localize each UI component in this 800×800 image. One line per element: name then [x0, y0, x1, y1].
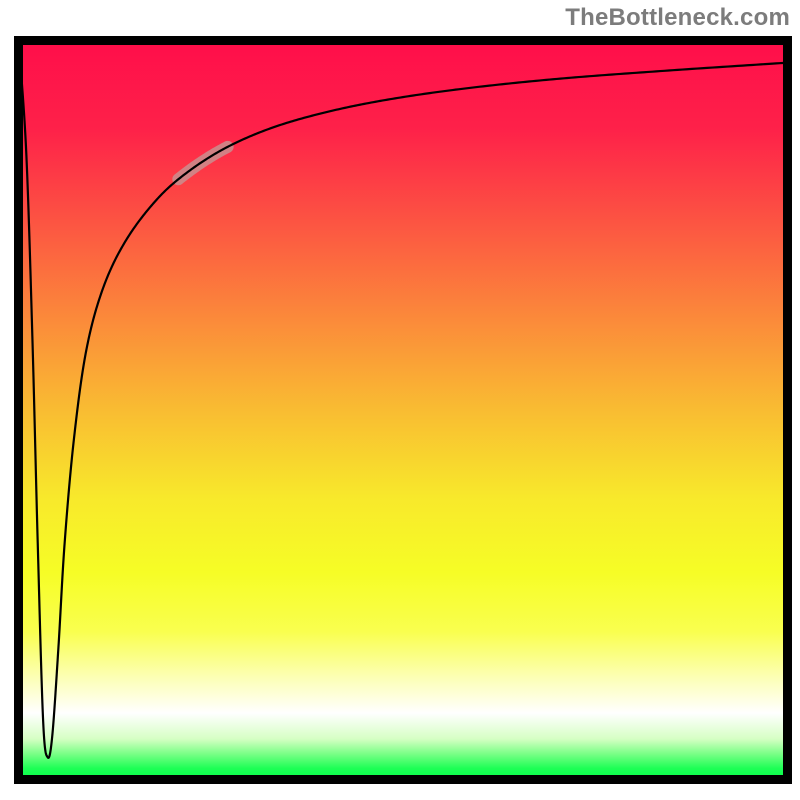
watermark-label: TheBottleneck.com [565, 4, 790, 32]
chart-stage: TheBottleneck.com [0, 0, 800, 800]
chart-svg [0, 0, 800, 800]
gradient-background [19, 41, 788, 780]
